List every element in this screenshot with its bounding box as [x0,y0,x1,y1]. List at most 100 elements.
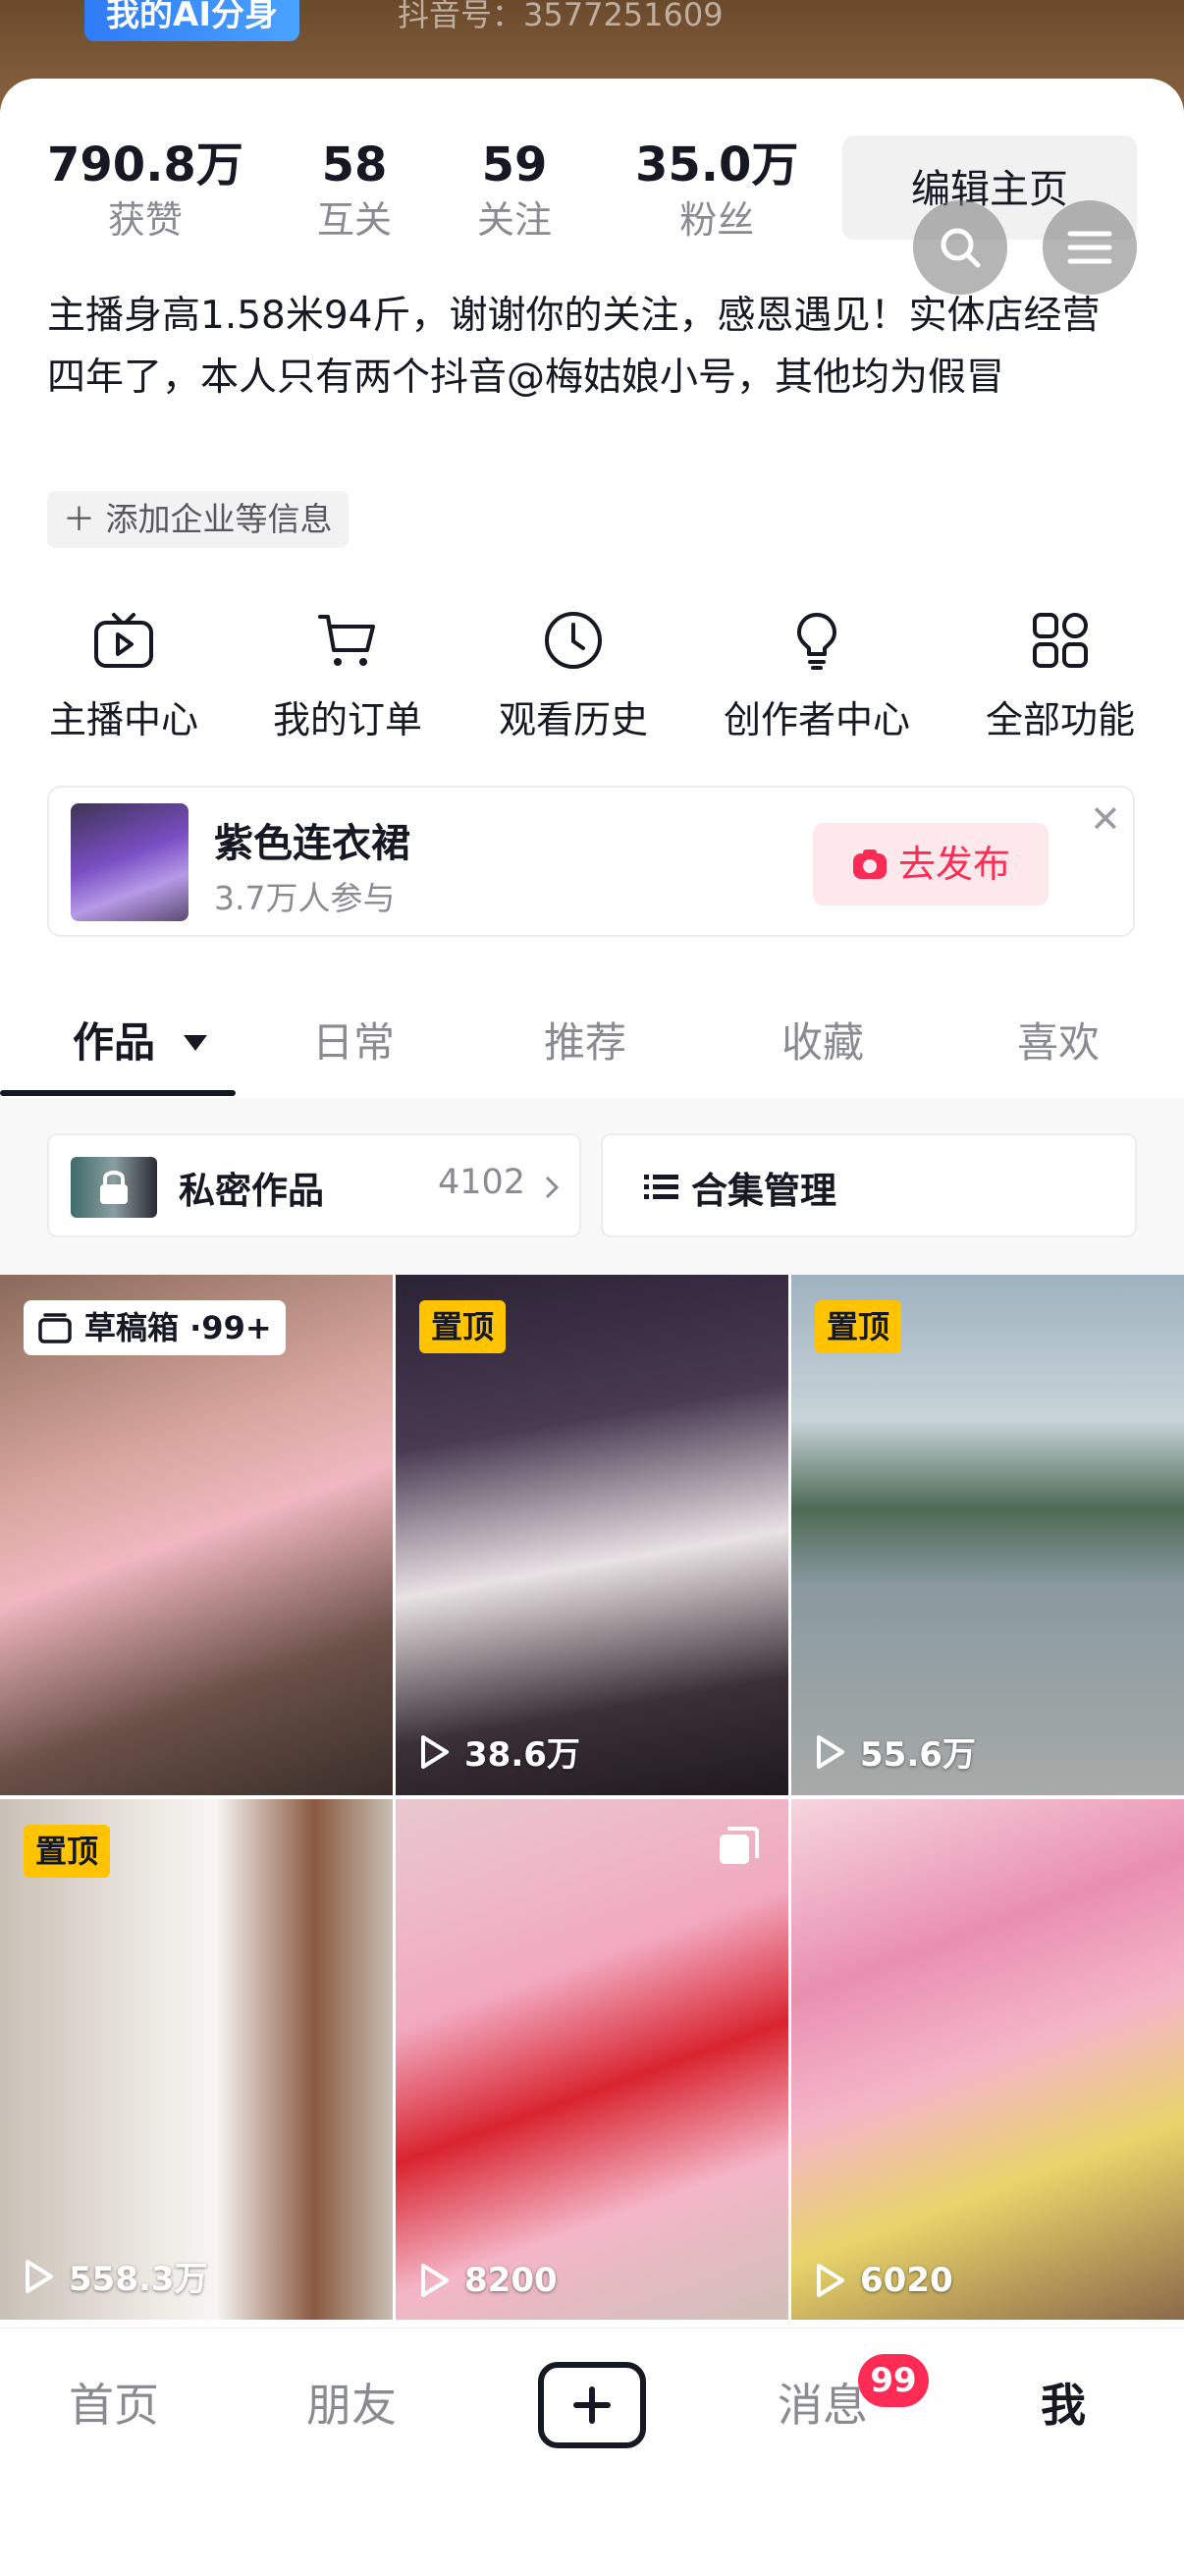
cart-icon [318,615,375,666]
stat-mutual-label: 互关 [317,198,393,242]
stat-mutual[interactable]: 58 互关 [317,136,392,244]
action-label: 我的订单 [272,698,422,741]
close-icon[interactable]: ✕ [1090,797,1121,841]
private-works-count: 4102 [438,1163,526,1202]
video-thumbnail[interactable]: 置顶 558.3万 [0,1799,393,2320]
play-icon [421,2264,449,2297]
stat-likes-label: 获赞 [107,198,183,242]
publish-label: 去发布 [897,843,1010,886]
bottom-nav: 首页 朋友 消息 99 我 [0,2328,1184,2576]
stat-likes-value: 790.8万 [47,137,243,192]
play-icon [817,1734,844,1769]
menu-button[interactable] [1043,200,1137,295]
plus-icon: ＋ [63,500,95,538]
tab-likes[interactable]: 喜欢 [1017,1010,1100,1069]
tab-label: 作品 [73,1018,156,1067]
play-count: 38.6万 [419,1727,580,1776]
play-count-value: 558.3万 [69,2260,208,2299]
action-label: 创作者中心 [723,698,910,741]
action-streamer-center[interactable]: 主播中心 [26,609,222,743]
play-count: 558.3万 [24,2252,208,2300]
video-thumbnail[interactable]: 置顶 55.6万 [791,1275,1184,1795]
drafts-badge[interactable]: 草稿箱 ·99+ [24,1300,286,1355]
messages-badge: 99 [858,2354,929,2407]
nav-messages[interactable]: 消息 [778,2370,868,2435]
topic-title: 紫色连衣裙 [214,821,410,866]
lightbulb-icon [797,613,836,670]
search-button[interactable] [913,200,1007,295]
private-works-label: 私密作品 [179,1170,324,1212]
profile-bio: 主播身高1.58米94斤，谢谢你的关注，感恩遇见！实体店经营四年了，本人只有两个… [47,294,1101,400]
play-icon [421,1734,449,1769]
tab-favorites[interactable]: 收藏 [781,1010,864,1069]
play-count-value: 6020 [860,2261,953,2300]
clock-icon [545,612,602,669]
action-label: 全部功能 [985,698,1135,741]
play-count: 55.6万 [815,1727,976,1776]
action-all-features[interactable]: 全部功能 [962,609,1158,743]
list-icon [644,1175,678,1199]
nav-friends[interactable]: 朋友 [306,2370,397,2435]
collection-manage-button[interactable]: 合集管理 [601,1133,1137,1237]
action-history[interactable]: 观看历史 [475,609,672,743]
tv-icon [94,613,153,668]
private-works-thumbnail [71,1157,157,1218]
topic-thumbnail [71,803,188,921]
drafts-label: 草稿箱 ·99+ [84,1309,272,1346]
action-label: 主播中心 [48,698,198,741]
play-count-value: 8200 [464,2261,558,2300]
stat-followers-label: 粉丝 [679,198,755,242]
drafts-icon [38,1313,72,1343]
menu-icon [1067,231,1112,264]
ai-avatar-badge[interactable]: 我的AI分身 [84,0,299,41]
video-thumbnail[interactable]: 草稿箱 ·99+ [0,1275,393,1795]
stat-likes[interactable]: 790.8万 获赞 [47,136,243,244]
active-tab-indicator [0,1090,236,1096]
video-thumbnail[interactable]: 置顶 38.6万 [396,1275,788,1795]
tab-recommend[interactable]: 推荐 [544,1010,626,1069]
stat-following[interactable]: 59 关注 [477,136,552,244]
pinned-badge: 置顶 [419,1300,507,1353]
grid-icon [1033,613,1088,668]
play-icon [26,2259,53,2293]
stat-mutual-value: 58 [321,137,388,192]
multi-image-icon [720,1827,759,1864]
action-label: 观看历史 [498,698,648,741]
action-creator-center[interactable]: 创作者中心 [719,609,915,743]
pinned-badge: 置顶 [24,1825,111,1878]
dropdown-icon [183,1035,207,1051]
stat-followers-value: 35.0万 [635,137,799,192]
tab-works[interactable]: 作品 [73,1010,209,1069]
tab-daily[interactable]: 日常 [312,1010,395,1069]
pinned-badge: 置顶 [815,1300,902,1353]
search-icon [941,228,981,268]
video-thumbnail[interactable]: 8200 [396,1799,788,2320]
stat-following-value: 59 [481,137,548,192]
nav-me[interactable]: 我 [1041,2370,1086,2435]
play-count-value: 38.6万 [464,1735,580,1775]
add-info-label: 添加企业等信息 [105,500,333,538]
stats-row: 790.8万 获赞 58 互关 59 关注 35.0万 粉丝 [0,136,844,253]
content-tabs: 作品 日常 推荐 收藏 喜欢 [0,982,1184,1099]
collection-label: 合集管理 [691,1170,836,1212]
play-icon [817,2264,844,2297]
camera-icon [852,850,887,879]
nav-home[interactable]: 首页 [69,2370,159,2435]
add-info-button[interactable]: ＋ 添加企业等信息 [47,491,349,548]
play-count: 8200 [419,2261,558,2300]
stat-followers[interactable]: 35.0万 粉丝 [635,136,798,244]
stat-following-label: 关注 [477,198,553,242]
private-works-button[interactable]: 私密作品 4102 [47,1133,581,1237]
create-button[interactable] [538,2362,646,2448]
plus-icon [573,2386,611,2424]
video-thumbnail[interactable]: 6020 [791,1799,1184,2320]
publish-button[interactable]: 去发布 [813,823,1049,905]
chevron-right-icon [545,1176,560,1199]
play-count-value: 55.6万 [860,1735,976,1775]
play-count: 6020 [815,2261,953,2300]
topic-card[interactable]: 紫色连衣裙 3.7万人参与 去发布 ✕ [47,786,1135,937]
douyin-id: 抖音号：3577251609 [398,0,724,33]
lock-icon [100,1171,128,1204]
action-orders[interactable]: 我的订单 [249,609,446,743]
topic-participants: 3.7万人参与 [214,879,396,917]
